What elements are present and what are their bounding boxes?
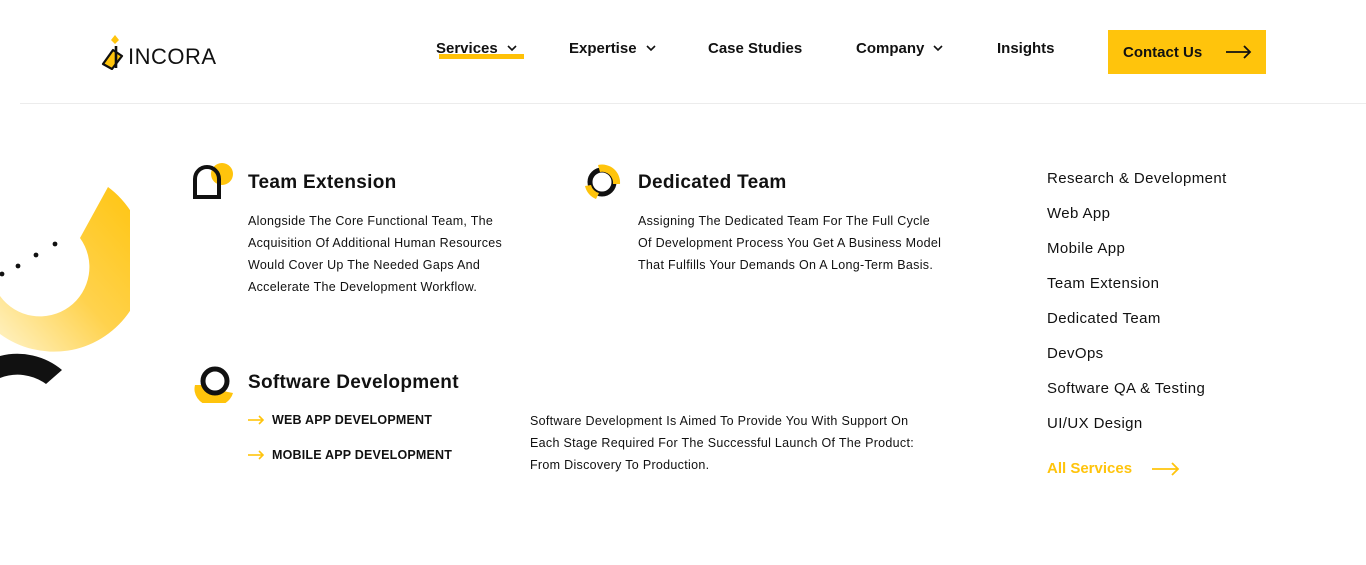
side-item-team-extension[interactable]: Team Extension (1047, 275, 1159, 292)
nav-case-studies[interactable]: Case Studies (708, 40, 802, 57)
side-item-mobile-app[interactable]: Mobile App (1047, 240, 1125, 257)
mobile-app-development-link[interactable]: MOBILE APP DEVELOPMENT (248, 448, 452, 462)
contact-us-label: Contact Us (1123, 43, 1203, 61)
arrow-right-icon (248, 450, 264, 460)
decorative-shapes (0, 187, 130, 384)
nav-services[interactable]: Services (436, 40, 524, 59)
dedicated-team-icon (585, 164, 621, 199)
side-item-devops[interactable]: DevOps (1047, 345, 1104, 362)
all-services-label: All Services (1047, 460, 1133, 477)
side-item-dedicated-team[interactable]: Dedicated Team (1047, 310, 1161, 327)
contact-us-button[interactable]: Contact Us (1108, 30, 1266, 74)
chevron-down-icon (507, 45, 517, 52)
mobile-app-development-label: MOBILE APP DEVELOPMENT (272, 448, 453, 462)
nav-company-label: Company (856, 40, 925, 57)
nav-insights-label: Insights (997, 40, 1055, 57)
team-extension-icon (193, 163, 233, 199)
nav-expertise[interactable]: Expertise (569, 40, 656, 57)
header-divider (20, 103, 1366, 104)
side-item-research-development[interactable]: Research & Development (1047, 170, 1227, 187)
dedicated-team-description: Assigning The Dedicated Team For The Ful… (638, 214, 942, 272)
nav-expertise-label: Expertise (569, 40, 637, 57)
side-item-web-app[interactable]: Web App (1047, 205, 1110, 222)
side-item-ui-ux-design[interactable]: UI/UX Design (1047, 415, 1143, 432)
nav-insights[interactable]: Insights (997, 40, 1055, 57)
side-item-software-qa-testing[interactable]: Software QA & Testing (1047, 380, 1205, 397)
logo-text: INCORA (128, 44, 217, 69)
dedicated-team-title: Dedicated Team (638, 172, 787, 193)
all-services-link[interactable]: All Services (1047, 460, 1180, 477)
logo[interactable]: INCORA (100, 34, 217, 70)
web-app-development-link[interactable]: WEB APP DEVELOPMENT (248, 413, 432, 427)
software-development-icon (194, 366, 233, 403)
chevron-down-icon (933, 45, 943, 52)
site-header: INCORA Services Expertise Case Studies C… (0, 0, 1366, 104)
web-app-development-label: WEB APP DEVELOPMENT (272, 413, 433, 427)
team-extension-title: Team Extension (248, 172, 397, 193)
arrow-right-icon (248, 415, 264, 425)
nav-services-label: Services (436, 40, 498, 57)
software-development-description: Software Development Is Aimed To Provide… (530, 414, 915, 472)
arrow-right-icon (1152, 461, 1180, 476)
arrow-right-icon (1226, 45, 1252, 59)
nav-case-studies-label: Case Studies (708, 40, 803, 57)
nav-company[interactable]: Company (856, 40, 943, 57)
chevron-down-icon (645, 45, 656, 52)
software-development-title: Software Development (248, 372, 459, 393)
team-extension-description: Alongside The Core Functional Team, The … (248, 214, 503, 294)
incora-logo-icon (101, 35, 124, 70)
